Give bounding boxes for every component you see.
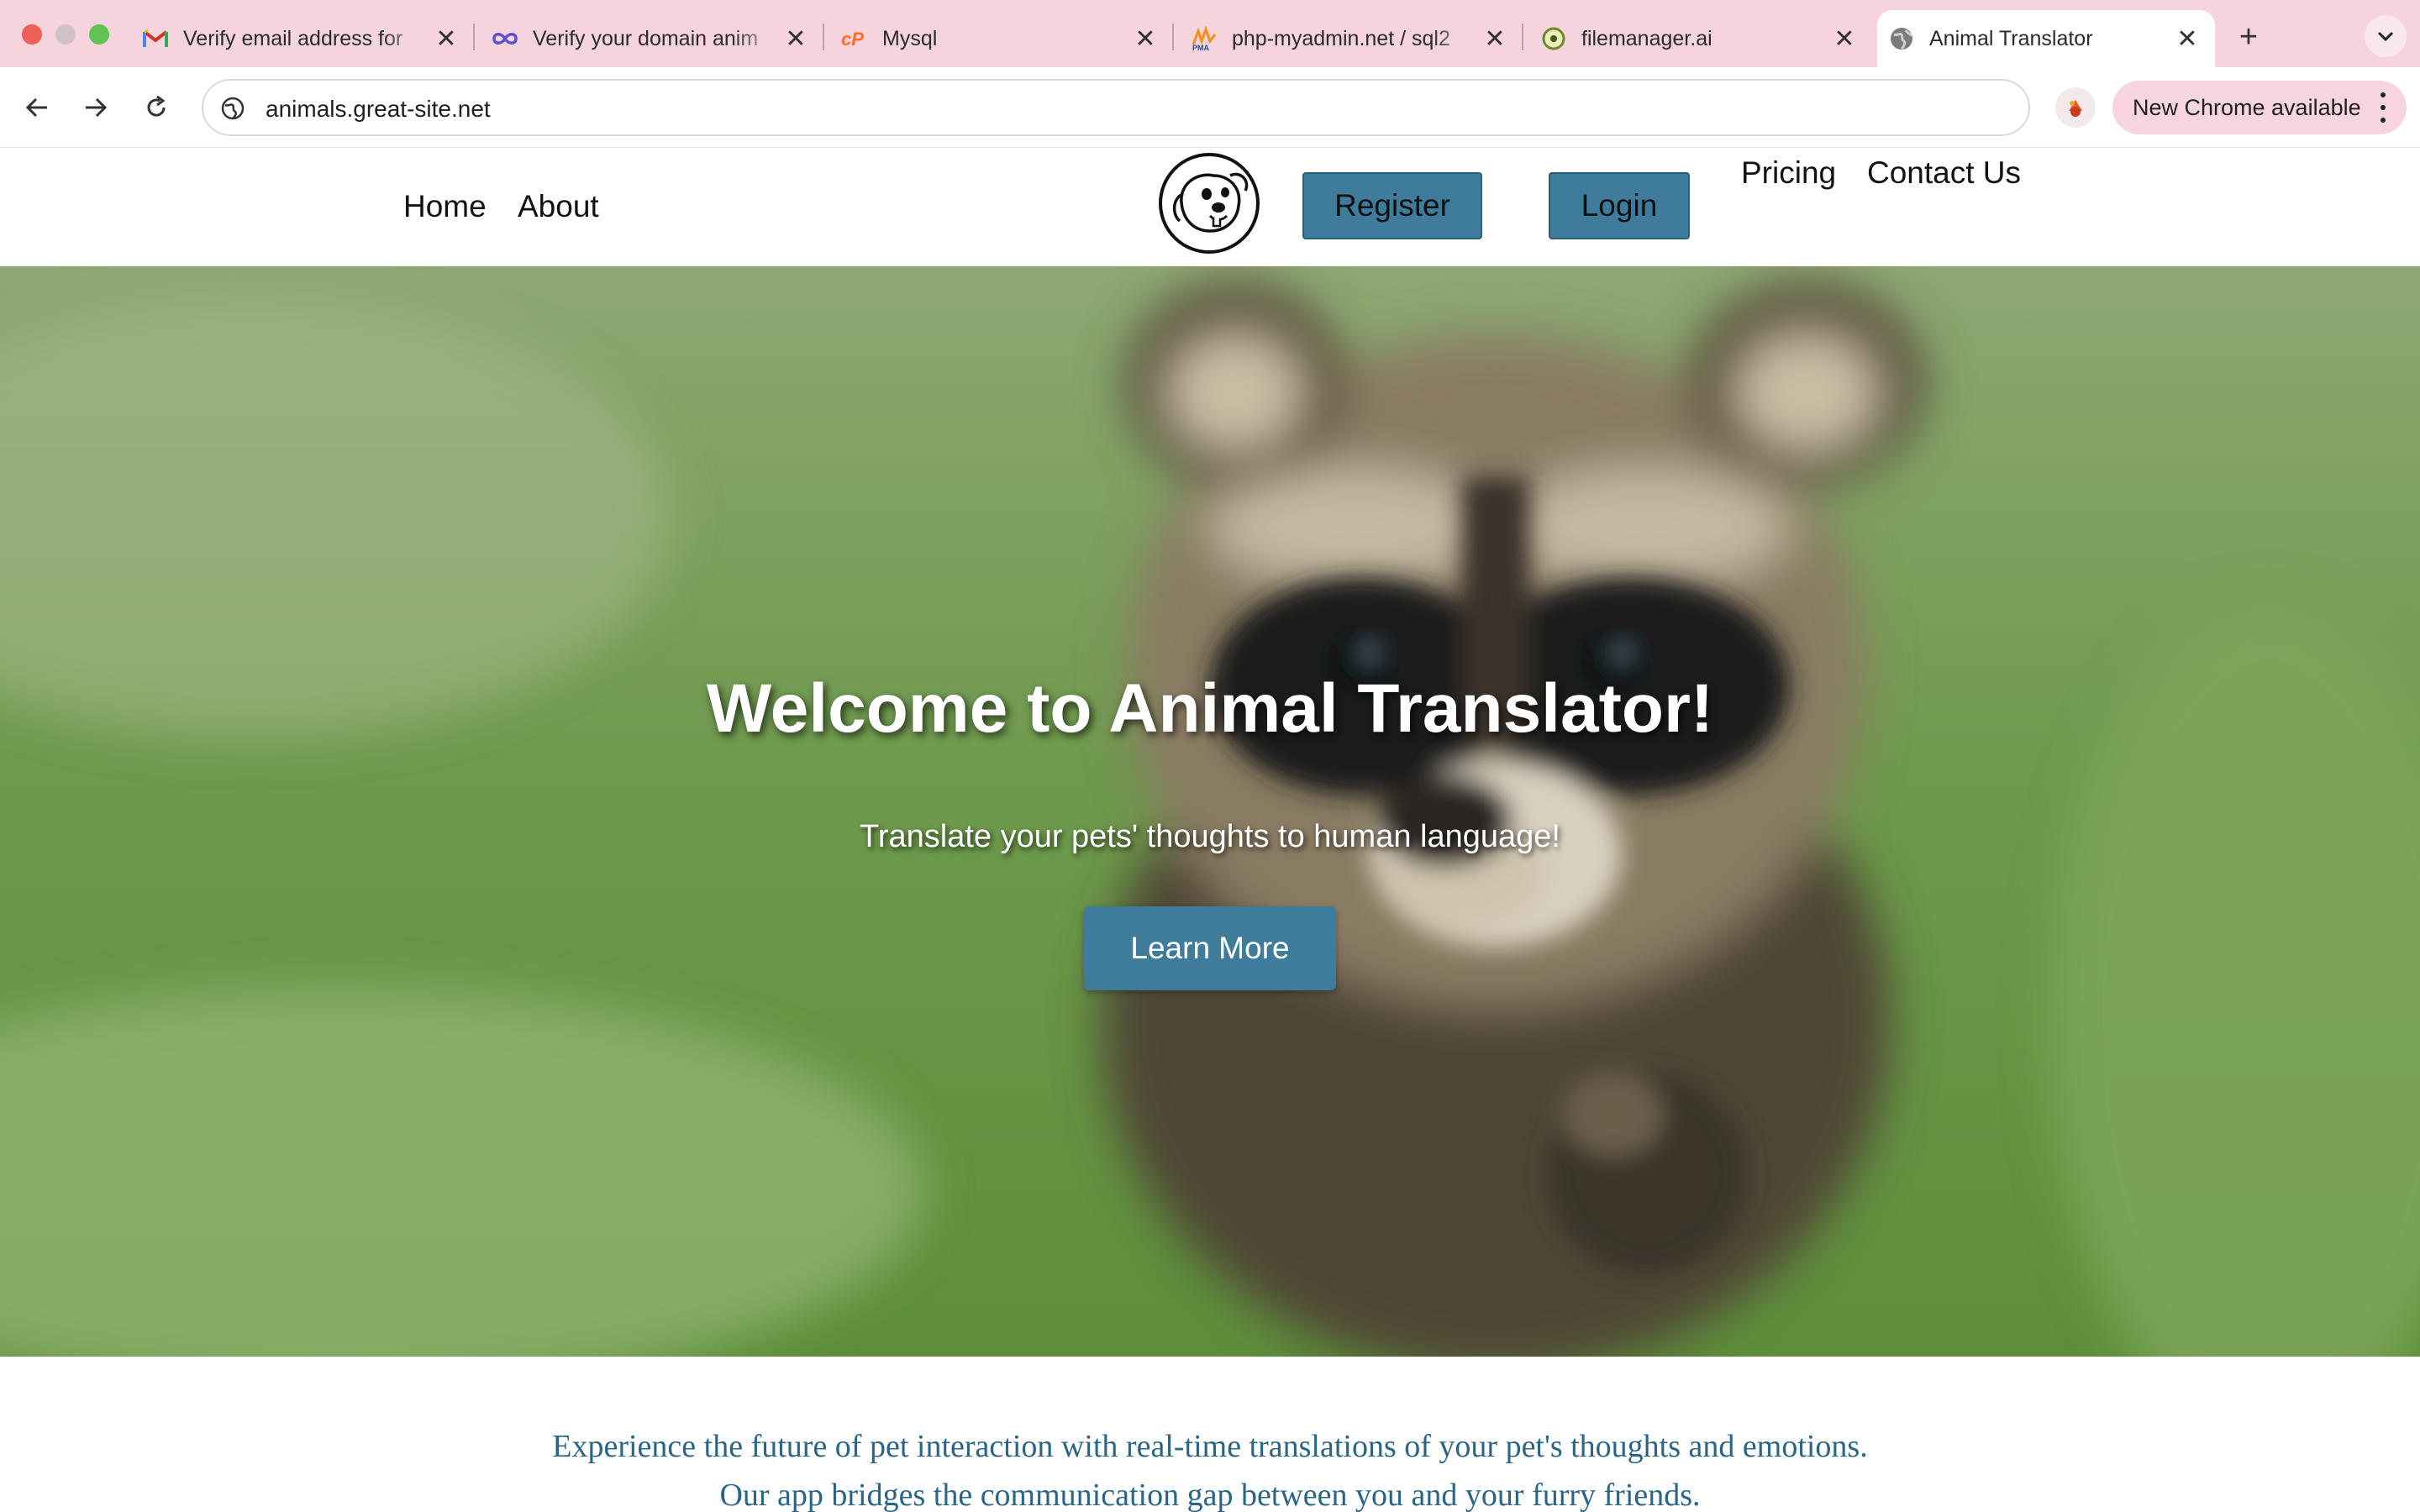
globe-icon bbox=[1887, 24, 1916, 53]
tab-title: Verify email address for bbox=[183, 26, 403, 50]
arrow-right-icon bbox=[86, 97, 108, 118]
browser-tabstrip: Verify email address for ✕ Verify your d… bbox=[0, 0, 2420, 67]
tab-close-icon[interactable]: ✕ bbox=[1481, 24, 1509, 53]
extension-icon bbox=[2069, 100, 2082, 117]
site-info-icon[interactable] bbox=[218, 94, 247, 123]
more-menu-icon[interactable] bbox=[2378, 92, 2388, 123]
minimize-window-button[interactable] bbox=[55, 24, 76, 45]
nav-home-link[interactable]: Home bbox=[403, 189, 487, 224]
browser-tab[interactable]: PMA php-myadmin.net / sql2 ✕ bbox=[1190, 10, 1509, 67]
back-button[interactable] bbox=[15, 86, 59, 129]
infinity-icon bbox=[491, 24, 519, 53]
maximize-window-button[interactable] bbox=[89, 24, 109, 45]
tab-title: Verify your domain anim bbox=[533, 26, 759, 50]
hero-subtitle: Translate your pets' thoughts to human l… bbox=[860, 819, 1560, 854]
chrome-update-button[interactable]: New Chrome available bbox=[2112, 81, 2407, 134]
chevron-down-icon bbox=[2377, 31, 2394, 42]
browser-tab[interactable]: filemanager.ai ✕ bbox=[1539, 10, 1859, 67]
reload-icon bbox=[147, 95, 166, 117]
arrow-left-icon bbox=[25, 97, 47, 118]
browser-tab-active[interactable]: Animal Translator ✕ bbox=[1877, 10, 2215, 67]
tab-title: filemanager.ai bbox=[1581, 26, 1712, 50]
browser-tab[interactable]: cP Mysql ✕ bbox=[840, 10, 1160, 67]
tab-separator bbox=[1172, 24, 1174, 50]
learn-more-button[interactable]: Learn More bbox=[1084, 906, 1336, 990]
tab-search-button[interactable] bbox=[2365, 15, 2407, 57]
hero-title: Welcome to Animal Translator! bbox=[706, 670, 1714, 747]
extension-button[interactable] bbox=[2055, 87, 2096, 128]
phpmyadmin-icon: PMA bbox=[1190, 24, 1218, 53]
tab-title: Animal Translator bbox=[1929, 26, 2093, 50]
forward-button[interactable] bbox=[74, 86, 118, 129]
hero-raccoon-image bbox=[0, 266, 2420, 1357]
browser-tab[interactable]: Verify email address for ✕ bbox=[141, 10, 460, 67]
tab-close-icon[interactable]: ✕ bbox=[1830, 24, 1859, 53]
url-text[interactable]: animals.great-site.net bbox=[266, 96, 491, 123]
hero-section: Welcome to Animal Translator! Translate … bbox=[0, 266, 2420, 1357]
tab-separator bbox=[823, 24, 824, 50]
site-logo[interactable] bbox=[1158, 150, 1260, 256]
close-window-button[interactable] bbox=[22, 24, 42, 45]
tab-close-icon[interactable]: ✕ bbox=[781, 24, 810, 53]
intro-paragraph: Experience the future of pet interaction… bbox=[552, 1429, 1868, 1512]
tab-close-icon[interactable]: ✕ bbox=[2173, 24, 2202, 53]
tab-close-icon[interactable]: ✕ bbox=[432, 24, 460, 53]
nav-contact-link[interactable]: Contact Us bbox=[1867, 155, 2021, 191]
update-label: New Chrome available bbox=[2133, 94, 2361, 120]
browser-toolbar: animals.great-site.net New Chrome availa… bbox=[0, 67, 2420, 148]
address-bar[interactable]: animals.great-site.net bbox=[202, 79, 2030, 136]
reload-button[interactable] bbox=[134, 86, 178, 129]
cpanel-icon: cP bbox=[840, 24, 869, 53]
svg-text:PMA: PMA bbox=[1192, 44, 1210, 51]
tab-separator bbox=[1522, 24, 1523, 50]
browser-tab[interactable]: Verify your domain anim ✕ bbox=[491, 10, 810, 67]
webpage: Home About Register Login Pricing Contac… bbox=[0, 149, 2420, 1512]
filemanager-icon bbox=[1539, 24, 1568, 53]
login-button[interactable]: Login bbox=[1549, 172, 1690, 239]
new-tab-button[interactable]: + bbox=[2230, 18, 2267, 55]
tab-title: php-myadmin.net / sql2 bbox=[1232, 26, 1450, 50]
tab-close-icon[interactable]: ✕ bbox=[1131, 24, 1160, 53]
register-button[interactable]: Register bbox=[1302, 172, 1482, 239]
tab-separator bbox=[473, 24, 475, 50]
svg-text:cP: cP bbox=[841, 29, 864, 48]
nav-about-link[interactable]: About bbox=[518, 189, 599, 224]
gmail-icon bbox=[141, 24, 170, 53]
nav-pricing-link[interactable]: Pricing bbox=[1741, 155, 1836, 191]
site-navbar: Home About Register Login Pricing Contac… bbox=[0, 149, 2420, 266]
tab-title: Mysql bbox=[882, 26, 938, 50]
